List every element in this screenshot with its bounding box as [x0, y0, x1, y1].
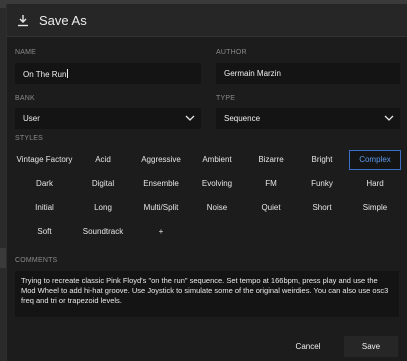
bank-value: User	[23, 114, 40, 123]
save-download-icon	[18, 15, 28, 27]
name-value: On The Run	[23, 70, 67, 79]
style-tag-initial[interactable]: Initial	[15, 198, 74, 218]
type-value: Sequence	[224, 114, 261, 123]
style-tag-complex[interactable]: Complex	[349, 150, 401, 170]
save-as-dialog: Save As NAME On The Run AUTHOR Germain M…	[6, 4, 407, 361]
comments-label: COMMENTS	[15, 257, 58, 264]
style-tag-digital[interactable]: Digital	[77, 174, 129, 194]
style-tag-bright[interactable]: Bright	[298, 150, 346, 170]
cancel-button[interactable]: Cancel	[280, 336, 336, 357]
style-tag-vintage-factory[interactable]: Vintage Factory	[15, 150, 74, 170]
style-tag-long[interactable]: Long	[77, 198, 129, 218]
style-tag-aggressive[interactable]: Aggressive	[133, 150, 189, 170]
style-tag-soundtrack[interactable]: Soundtrack	[77, 222, 129, 242]
author-input[interactable]: Germain Marzin	[216, 63, 400, 84]
styles-label: STYLES	[15, 135, 44, 142]
style-tag-acid[interactable]: Acid	[77, 150, 129, 170]
style-tag-evolving[interactable]: Evolving	[191, 174, 243, 194]
bank-select[interactable]: User	[15, 108, 201, 129]
style-tag-funky[interactable]: Funky	[298, 174, 346, 194]
name-input[interactable]: On The Run	[15, 63, 201, 84]
add-style-button[interactable]: +	[133, 222, 189, 242]
style-tag-short[interactable]: Short	[298, 198, 346, 218]
style-tag-simple[interactable]: Simple	[349, 198, 401, 218]
author-value: Germain Marzin	[224, 69, 281, 78]
author-label: AUTHOR	[216, 49, 247, 56]
name-label: NAME	[15, 49, 37, 56]
style-tag-quiet[interactable]: Quiet	[247, 198, 295, 218]
dialog-title: Save As	[39, 13, 87, 28]
style-tag-soft[interactable]: Soft	[15, 222, 74, 242]
style-tag-dark[interactable]: Dark	[15, 174, 74, 194]
chevron-down-icon	[185, 115, 195, 121]
style-tag-hard[interactable]: Hard	[349, 174, 401, 194]
style-tag-ambient[interactable]: Ambient	[191, 150, 243, 170]
dialog-titlebar: Save As	[7, 4, 407, 37]
save-button[interactable]: Save	[344, 336, 398, 357]
text-caret	[67, 69, 69, 78]
chevron-down-icon	[384, 115, 394, 121]
style-tag-fm[interactable]: FM	[247, 174, 295, 194]
bank-label: BANK	[15, 95, 35, 102]
style-tag-bizarre[interactable]: Bizarre	[247, 150, 295, 170]
style-tag-ensemble[interactable]: Ensemble	[133, 174, 189, 194]
type-label: TYPE	[216, 95, 236, 102]
style-tag-noise[interactable]: Noise	[191, 198, 243, 218]
comments-textarea[interactable]: Trying to recreate classic Pink Floyd's …	[15, 271, 399, 317]
type-select[interactable]: Sequence	[216, 108, 400, 129]
style-tag-multi-split[interactable]: Multi/Split	[133, 198, 189, 218]
